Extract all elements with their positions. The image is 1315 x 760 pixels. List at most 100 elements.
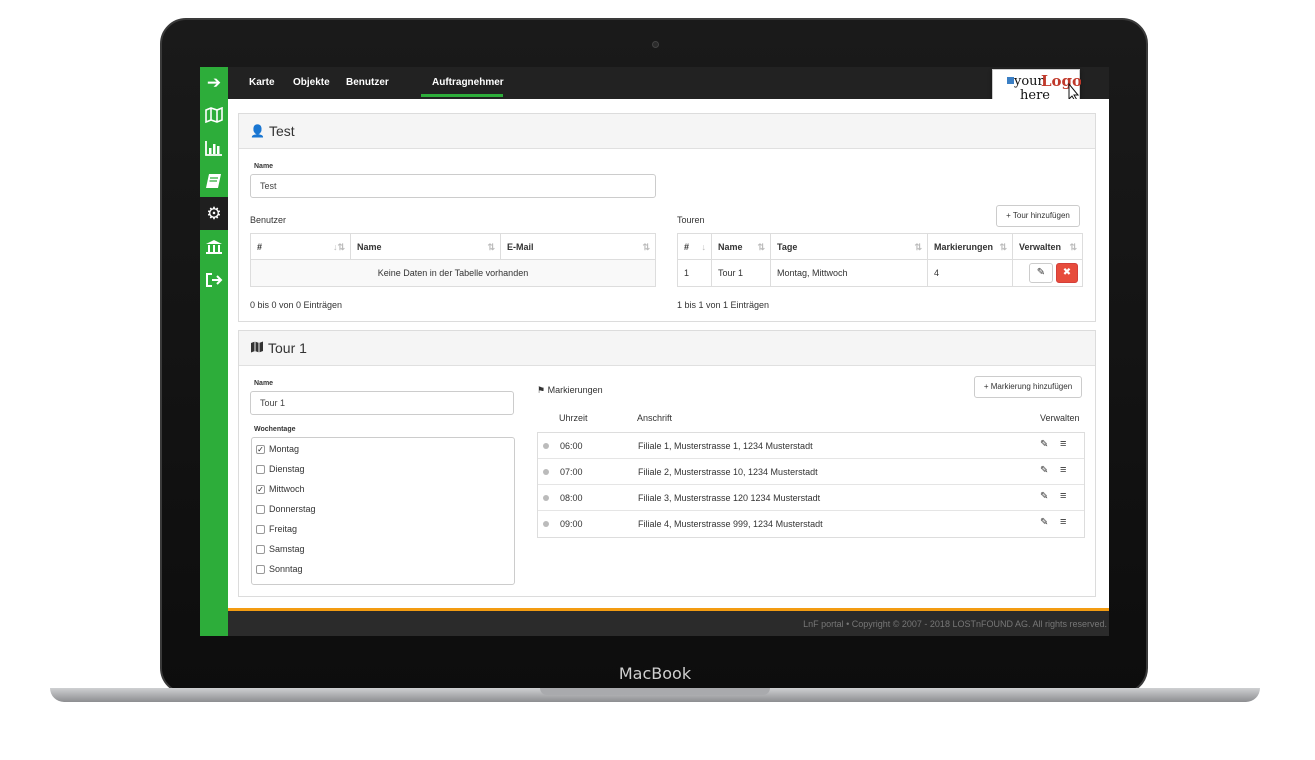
tours-table: # ↓ Name ⇅ Tage ⇅ Markierungen ⇅ Verwalten ⇅ … xyxy=(677,233,1083,287)
name-label: Name xyxy=(254,163,274,170)
footer: LnF portal • Copyright © 2007 - 2018 LOS… xyxy=(228,611,1109,636)
contractor-panel-header: 👤 Test xyxy=(239,114,1095,149)
device-brand: MacBook xyxy=(618,664,692,683)
users-label: Benutzer xyxy=(250,215,287,225)
tours-col-num[interactable]: # ↓ xyxy=(677,233,712,260)
tour-name-input[interactable]: Tour 1 xyxy=(250,391,514,415)
tour-name-label: Name xyxy=(254,380,274,387)
tour-panel: Tour 1 Name Tour 1 Wochentage ✓ Montag Di… xyxy=(238,330,1096,597)
weekday-wednesday[interactable]: ✓ Mittwoch xyxy=(256,484,305,494)
tour-days: Montag, Mittwoch xyxy=(770,259,928,287)
drag-handle-icon[interactable]: ≡ xyxy=(1060,438,1066,450)
main-content: 👤 Test Name Test Benutzer # ↓⇅ Name ⇅ E-Ma… xyxy=(228,99,1109,608)
edit-tour-button[interactable]: ✎ xyxy=(1029,263,1053,283)
sign-out-icon[interactable] xyxy=(200,263,228,296)
weekday-monday[interactable]: ✓ Montag xyxy=(256,444,299,454)
footer-copyright: LnF portal • Copyright © 2007 - 2018 LOS… xyxy=(803,619,1107,629)
drag-handle-icon[interactable]: ≡ xyxy=(1060,516,1066,528)
list-item: 07:00 Filiale 2, Musterstrasse 10, 1234 … xyxy=(538,459,1084,485)
col-manage-header: Verwalten xyxy=(1040,413,1080,423)
timeline-dot xyxy=(543,495,549,501)
weekday-thursday[interactable]: Donnerstag xyxy=(256,504,316,514)
svg-text:your: your xyxy=(1013,74,1045,89)
screen: ➔ ⚙ Karte Objekte Benutzer Auftragnehmer… xyxy=(200,67,1109,636)
active-tab-indicator xyxy=(421,94,503,97)
list-item: 09:00 Filiale 4, Musterstrasse 999, 1234… xyxy=(538,511,1084,537)
weekday-saturday[interactable]: Samstag xyxy=(256,544,305,554)
tour-manage-cell: ✎ ✖ xyxy=(1012,259,1083,287)
contractor-title: Test xyxy=(268,123,295,139)
users-col-name[interactable]: Name ⇅ xyxy=(350,233,501,260)
list-item: 06:00 Filiale 1, Musterstrasse 1, 1234 M… xyxy=(538,433,1084,459)
checkbox-checked[interactable]: ✓ xyxy=(256,484,265,494)
tours-col-days[interactable]: Tage ⇅ xyxy=(770,233,928,260)
users-table: # ↓⇅ Name ⇅ E-Mail ⇅ Keine Daten in der Tab… xyxy=(250,233,656,287)
weekday-sunday[interactable]: Sonntag xyxy=(256,564,303,574)
checkbox[interactable] xyxy=(256,504,265,514)
user-icon: 👤 xyxy=(250,124,265,138)
tab-objekte[interactable]: Objekte xyxy=(293,67,330,99)
tours-col-markers[interactable]: Markierungen ⇅ xyxy=(927,233,1013,260)
users-table-info: 0 bis 0 von 0 Einträgen xyxy=(250,300,343,310)
tours-table-info: 1 bis 1 von 1 Einträgen xyxy=(677,300,770,310)
tours-col-manage[interactable]: Verwalten ⇅ xyxy=(1012,233,1083,260)
edit-icon[interactable]: ✎ xyxy=(1040,439,1048,450)
weekdays-label: Wochentage xyxy=(254,426,296,433)
top-navbar: Karte Objekte Benutzer Auftragnehmer xyxy=(228,67,1109,99)
bar-chart-icon[interactable] xyxy=(200,131,228,164)
markers-list: 06:00 Filiale 1, Musterstrasse 1, 1234 M… xyxy=(537,432,1085,538)
checkbox[interactable] xyxy=(256,524,265,534)
map-icon[interactable] xyxy=(200,98,228,131)
tours-label: Touren xyxy=(677,215,705,225)
delete-tour-button[interactable]: ✖ xyxy=(1056,263,1078,283)
add-tour-button[interactable]: + Tour hinzufügen xyxy=(996,205,1080,227)
col-address-header: Anschrift xyxy=(637,413,673,423)
tours-col-name[interactable]: Name ⇅ xyxy=(711,233,771,260)
edit-icon: ✎ xyxy=(1036,267,1046,278)
weekday-friday[interactable]: Freitag xyxy=(256,524,297,534)
contractor-panel: 👤 Test Name Test Benutzer # ↓⇅ Name ⇅ E-Ma… xyxy=(238,113,1096,322)
markers-label: Markierungen xyxy=(547,385,603,395)
bank-icon[interactable] xyxy=(200,230,228,263)
timeline-dot xyxy=(543,443,549,449)
gear-icon[interactable]: ⚙ xyxy=(200,197,228,230)
sidebar: ➔ ⚙ xyxy=(200,67,228,636)
drag-handle-icon[interactable]: ≡ xyxy=(1060,464,1066,476)
checkbox[interactable] xyxy=(256,464,265,474)
users-empty-row: Keine Daten in der Tabelle vorhanden xyxy=(250,259,656,287)
add-marker-button[interactable]: + Markierung hinzufügen xyxy=(974,376,1082,398)
col-time-header: Uhrzeit xyxy=(559,413,588,423)
tab-karte[interactable]: Karte xyxy=(249,67,275,99)
checkbox-checked[interactable]: ✓ xyxy=(256,444,265,454)
tour-name: Tour 1 xyxy=(711,259,771,287)
tab-benutzer[interactable]: Benutzer xyxy=(346,67,389,99)
book-icon[interactable] xyxy=(200,164,228,197)
tour-panel-header: Tour 1 xyxy=(239,331,1095,366)
flag-icon: ⚑ xyxy=(537,385,546,395)
camera xyxy=(652,41,659,48)
tour-markers: 4 xyxy=(927,259,1013,287)
edit-icon[interactable]: ✎ xyxy=(1040,491,1048,502)
tour-num: 1 xyxy=(677,259,712,287)
tour-title: Tour 1 xyxy=(268,340,307,356)
users-col-email[interactable]: E-Mail ⇅ xyxy=(500,233,656,260)
timeline-dot xyxy=(543,521,549,527)
close-icon: ✖ xyxy=(1062,267,1072,278)
contractor-name-input[interactable]: Test xyxy=(250,174,656,198)
company-logo[interactable]: your Logo here xyxy=(992,69,1082,103)
table-row: 1 Tour 1 Montag, Mittwoch 4 ✎ ✖ xyxy=(677,259,1083,287)
laptop-base-notch xyxy=(540,688,770,695)
timeline-dot xyxy=(543,469,549,475)
drag-handle-icon[interactable]: ≡ xyxy=(1060,490,1066,502)
checkbox[interactable] xyxy=(256,544,265,554)
edit-icon[interactable]: ✎ xyxy=(1040,517,1048,528)
map-icon xyxy=(250,341,264,356)
checkbox[interactable] xyxy=(256,564,265,574)
edit-icon[interactable]: ✎ xyxy=(1040,465,1048,476)
weekdays-list: ✓ Montag Dienstag ✓ Mittwoch Donnerstag Fr… xyxy=(251,437,515,585)
markers-heading: ⚑ Markierungen xyxy=(537,385,603,396)
list-item: 08:00 Filiale 3, Musterstrasse 120 1234 … xyxy=(538,485,1084,511)
arrow-right-icon[interactable]: ➔ xyxy=(200,67,228,98)
weekday-tuesday[interactable]: Dienstag xyxy=(256,464,305,474)
users-col-num[interactable]: # ↓⇅ xyxy=(250,233,351,260)
